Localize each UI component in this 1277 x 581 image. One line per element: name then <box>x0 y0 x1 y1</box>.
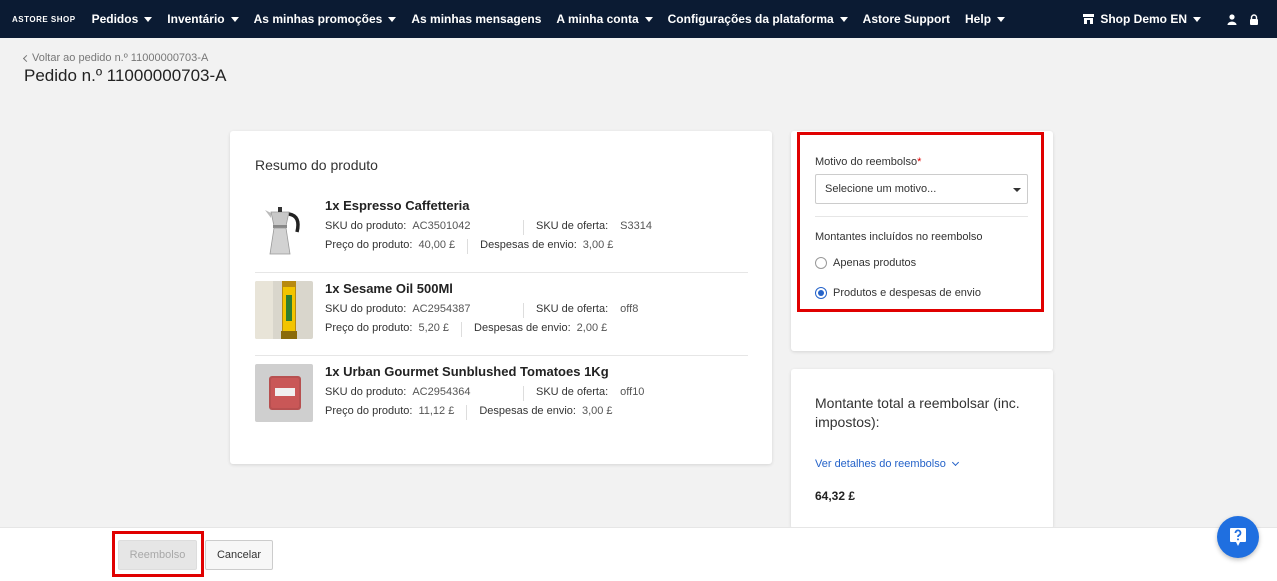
sku-product-value: AC3501042 <box>412 220 471 232</box>
sku-product-value: AC2954387 <box>412 303 471 315</box>
chevron-down-icon <box>839 16 848 22</box>
total-label: Montante total a reembolsar (inc. impost… <box>815 395 1020 430</box>
product-name: 1x Urban Gourmet Sunblushed Tomatoes 1Kg <box>325 364 609 379</box>
product-price-row: Preço do produto: 40,00 £ Despesas de env… <box>325 239 613 254</box>
nav-right: Shop Demo EN <box>1083 0 1259 38</box>
product-sku-row: SKU do produto: AC2954387 SKU de oferta: o… <box>325 303 638 318</box>
store-icon <box>1083 14 1095 24</box>
chevron-down-icon <box>644 16 653 22</box>
nav-item-label: Configurações da plataforma <box>667 12 834 26</box>
product-item: 1x Urban Gourmet Sunblushed Tomatoes 1Kg… <box>255 364 748 439</box>
product-name: 1x Espresso Caffetteria <box>325 198 470 213</box>
price-value: 11,12 £ <box>418 405 455 417</box>
nav-menu: Pedidos Inventário As minhas promoções A… <box>92 12 1020 26</box>
highlight-box-refund-button <box>112 531 204 577</box>
sku-offer-value: off10 <box>620 386 645 398</box>
nav-item-label: As minhas promoções <box>253 12 383 26</box>
product-summary-title: Resumo do produto <box>255 157 378 173</box>
sku-offer-label: SKU de oferta: <box>536 386 609 398</box>
sku-offer-label: SKU de oferta: <box>536 220 609 232</box>
sku-offer-label: SKU de oferta: <box>536 303 609 315</box>
product-price-row: Preço do produto: 11,12 £ Despesas de env… <box>325 405 613 420</box>
price-label: Preço do produto: <box>325 322 413 334</box>
chevron-down-icon <box>144 16 153 22</box>
nav-item-inventario[interactable]: Inventário <box>167 12 239 26</box>
price-value: 40,00 £ <box>418 239 456 251</box>
chevron-down-icon <box>951 458 959 467</box>
chevron-down-icon <box>388 16 397 22</box>
chevron-down-icon <box>230 16 239 22</box>
help-button[interactable] <box>1217 516 1259 558</box>
price-label: Preço do produto: <box>325 405 413 417</box>
back-to-order-link[interactable]: Voltar ao pedido n.º 11000000703-A <box>22 52 209 64</box>
brand-logo[interactable]: ASTORE SHOP <box>12 15 76 24</box>
shipping-value: 2,00 £ <box>576 322 608 334</box>
page-title: Pedido n.º 11000000703-A <box>24 66 227 85</box>
nav-item-label: Pedidos <box>91 12 139 26</box>
nav-item-help[interactable]: Help <box>965 12 1006 26</box>
sku-product-label: SKU do produto: <box>325 386 407 398</box>
nav-item-support[interactable]: Astore Support <box>863 12 950 26</box>
nav-item-pedidos[interactable]: Pedidos <box>92 12 153 26</box>
lock-icon[interactable] <box>1249 13 1259 25</box>
nav-item-label: A minha conta <box>556 12 639 26</box>
refund-details-link[interactable]: Ver detalhes do reembolso <box>815 458 959 470</box>
price-label: Preço do produto: <box>325 239 413 251</box>
shop-selector-label: Shop Demo EN <box>1100 12 1187 26</box>
cancel-button[interactable]: Cancelar <box>205 540 273 570</box>
user-icon[interactable] <box>1227 13 1237 25</box>
shipping-label: Despesas de envio: <box>474 322 571 334</box>
details-link-label: Ver detalhes do reembolso <box>815 458 946 470</box>
product-price-row: Preço do produto: 5,20 £ Despesas de envi… <box>325 322 607 337</box>
shop-selector[interactable]: Shop Demo EN <box>1083 12 1201 26</box>
chevron-down-icon <box>1193 16 1201 22</box>
shipping-label: Despesas de envio: <box>480 239 577 251</box>
shipping-value: 3,00 £ <box>581 405 613 417</box>
sku-product-value: AC2954364 <box>412 386 471 398</box>
top-navigation: ASTORE SHOP Pedidos Inventário As minhas… <box>0 0 1277 38</box>
product-item: 1x Espresso Caffetteria SKU do produto: A… <box>255 198 748 273</box>
sku-offer-value: off8 <box>620 303 639 315</box>
nav-item-conta[interactable]: A minha conta <box>556 12 653 26</box>
oil-bottle-image <box>255 281 313 339</box>
chevron-down-icon <box>997 16 1006 22</box>
help-icon <box>1230 528 1246 546</box>
total-value: 64,32 £ <box>815 489 856 503</box>
shipping-value: 3,00 £ <box>582 239 614 251</box>
nav-item-mensagens[interactable]: As minhas mensagens <box>411 12 541 26</box>
product-summary-card: Resumo do produto 1x Espresso Caffetteri… <box>230 131 772 464</box>
sku-offer-value: S3314 <box>620 220 652 232</box>
nav-item-label: Help <box>965 12 992 26</box>
nav-item-configuracoes[interactable]: Configurações da plataforma <box>668 12 848 26</box>
highlight-box-refund-options <box>797 132 1044 312</box>
sku-product-label: SKU do produto: <box>325 220 407 232</box>
refund-total-card: Montante total a reembolsar (inc. impost… <box>791 369 1053 529</box>
nav-item-label: Inventário <box>167 12 225 26</box>
tomatoes-pack-image <box>255 364 313 422</box>
product-sku-row: SKU do produto: AC2954364 SKU de oferta: o… <box>325 386 644 401</box>
nav-item-label: As minhas mensagens <box>411 12 542 26</box>
product-sku-row: SKU do produto: AC3501042 SKU de oferta: S… <box>325 220 652 235</box>
moka-pot-image <box>255 198 313 256</box>
product-item: 1x Sesame Oil 500Ml SKU do produto: AC295… <box>255 281 748 356</box>
back-link-label: Voltar ao pedido n.º 11000000703-A <box>32 52 209 64</box>
sku-product-label: SKU do produto: <box>325 303 407 315</box>
nav-item-promocoes[interactable]: As minhas promoções <box>254 12 397 26</box>
product-name: 1x Sesame Oil 500Ml <box>325 281 453 296</box>
price-value: 5,20 £ <box>418 322 450 334</box>
nav-item-label: Astore Support <box>862 12 951 26</box>
chevron-left-icon <box>22 54 31 62</box>
shipping-label: Despesas de envio: <box>479 405 576 417</box>
